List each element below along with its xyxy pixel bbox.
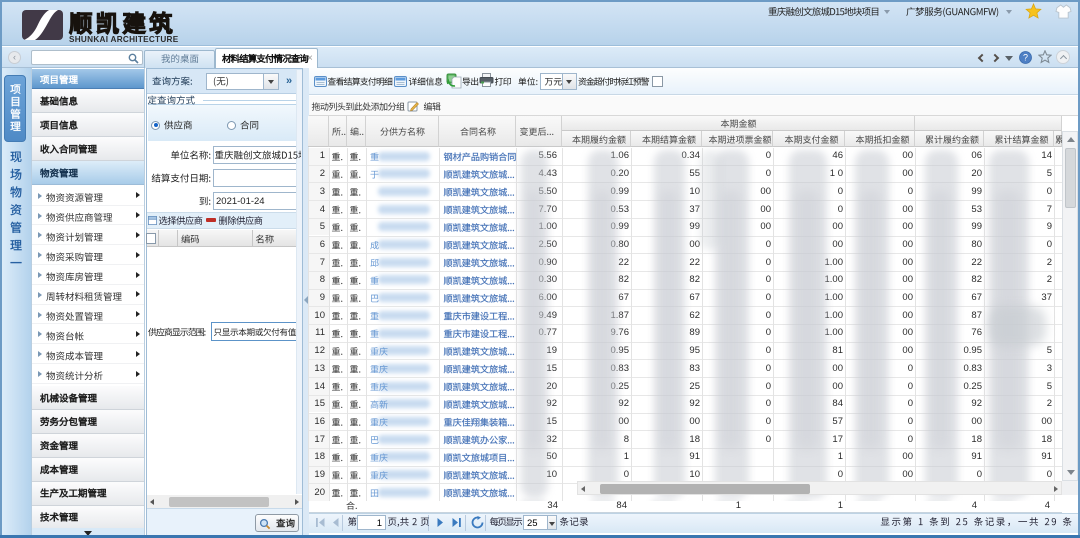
svg-text:?: ? <box>1023 53 1028 63</box>
